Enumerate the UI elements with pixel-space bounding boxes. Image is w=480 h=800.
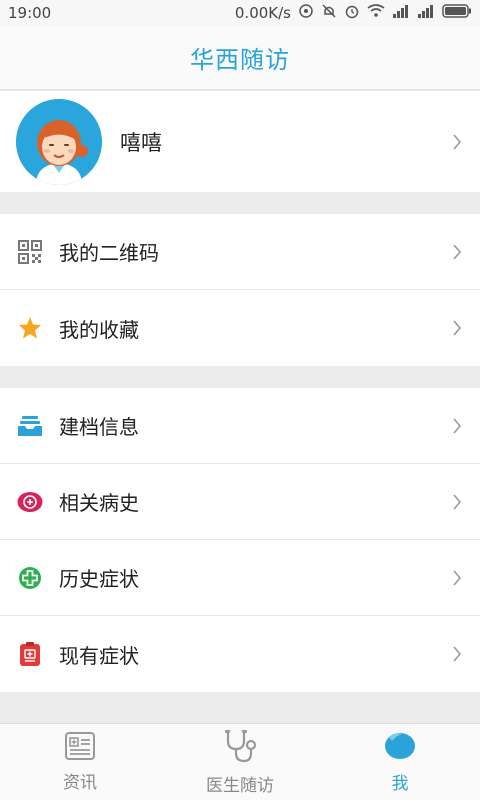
menu-item-current-symptoms[interactable]: 现有症状 [0, 616, 480, 692]
stethoscope-icon [222, 729, 258, 767]
page-title: 华西随访 [190, 46, 290, 74]
menu-item-label: 建档信息 [59, 415, 139, 439]
star-icon [17, 315, 43, 341]
tab-me[interactable]: 我 [320, 724, 480, 800]
menu-item-label: 历史症状 [59, 567, 139, 591]
medical-history-icon [17, 489, 43, 515]
alarm-icon [344, 3, 360, 23]
qr-code-icon [17, 239, 43, 265]
menu-group-2: 建档信息 相关病史 历史症状 现有症状 [0, 388, 480, 692]
net-speed: 0.00K/s [234, 4, 291, 22]
menu-item-qr-code[interactable]: 我的二维码 [0, 214, 480, 290]
green-cross-icon [17, 565, 43, 591]
menu-item-medical-history[interactable]: 相关病史 [0, 464, 480, 540]
menu-item-label: 我的二维码 [59, 241, 159, 265]
inbox-tray-icon [17, 413, 43, 439]
signal-icon [392, 4, 410, 22]
menu-item-label: 我的收藏 [59, 317, 139, 342]
bottom-tab-bar: 资讯 医生随访 我 [0, 723, 480, 800]
wifi-icon [367, 4, 385, 22]
chevron-right-icon [442, 133, 472, 151]
tab-doctor-followup[interactable]: 医生随访 [160, 724, 320, 800]
clipboard-icon [17, 641, 43, 667]
menu-item-label: 现有症状 [59, 643, 139, 668]
menu-item-favorites[interactable]: 我的收藏 [0, 290, 480, 366]
chevron-right-icon [442, 417, 472, 435]
chevron-right-icon [442, 569, 472, 587]
profile-row[interactable]: 嘻嘻 [0, 91, 480, 192]
app-header: 华西随访 [0, 26, 480, 90]
menu-item-records[interactable]: 建档信息 [0, 388, 480, 464]
avatar [16, 98, 102, 185]
sync-icon [298, 3, 314, 23]
mute-icon [321, 3, 337, 23]
chevron-right-icon [442, 319, 472, 337]
signal-icon-2 [417, 4, 435, 22]
tab-label: 医生随访 [206, 775, 274, 796]
tab-label: 资讯 [63, 772, 97, 793]
me-icon [384, 731, 416, 765]
tab-news[interactable]: 资讯 [0, 724, 160, 800]
chevron-right-icon [442, 493, 472, 511]
news-icon [64, 731, 96, 764]
status-bar: 19:00 0.00K/s [0, 0, 480, 26]
profile-name: 嘻嘻 [120, 130, 162, 155]
menu-item-label: 相关病史 [59, 491, 139, 515]
menu-item-past-symptoms[interactable]: 历史症状 [0, 540, 480, 616]
chevron-right-icon [442, 243, 472, 261]
menu-group-1: 我的二维码 我的收藏 [0, 214, 480, 366]
status-time: 19:00 [8, 4, 52, 22]
chevron-right-icon [442, 645, 472, 663]
tab-label: 我 [391, 773, 409, 794]
battery-icon [442, 4, 472, 22]
